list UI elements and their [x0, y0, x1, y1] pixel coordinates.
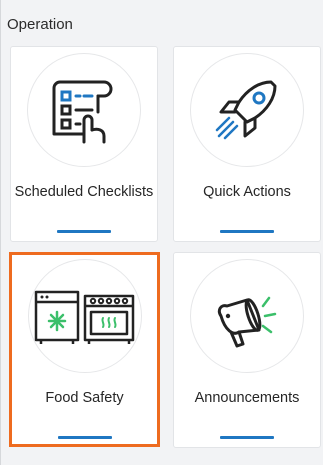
card-icon-circle	[190, 53, 304, 167]
card-label: Food Safety	[45, 390, 124, 406]
checklist-icon	[52, 80, 113, 144]
card-icon-circle	[27, 53, 141, 167]
food-safety-icon	[34, 290, 134, 344]
card-label: Scheduled Checklists	[14, 184, 154, 200]
card-icon-circle	[190, 259, 304, 373]
card-accent-bar	[57, 230, 111, 233]
card-quick-actions[interactable]: Quick Actions	[173, 46, 321, 242]
section-title: Operation	[7, 16, 73, 33]
rocket-icon	[215, 80, 277, 140]
operation-screen: Operation Scheduled Checklists Quick Act…	[0, 0, 323, 465]
megaphone-icon	[217, 296, 277, 348]
card-accent-bar	[220, 436, 274, 439]
card-label: Announcements	[194, 390, 300, 406]
card-accent-bar	[57, 436, 112, 439]
card-accent-bar	[220, 230, 274, 233]
card-icon-circle	[27, 259, 142, 373]
card-announcements[interactable]: Announcements	[173, 252, 321, 448]
card-food-safety[interactable]: Food Safety	[9, 252, 160, 447]
card-scheduled-checklists[interactable]: Scheduled Checklists	[10, 46, 158, 242]
card-label: Quick Actions	[203, 184, 291, 200]
